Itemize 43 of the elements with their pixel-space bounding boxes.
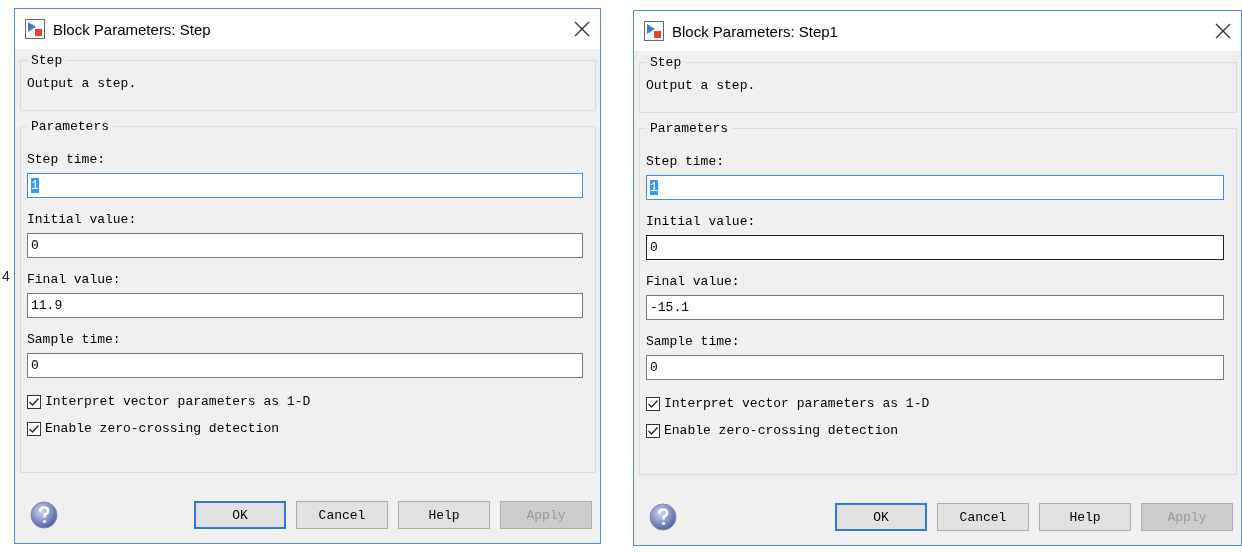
help-icon[interactable] xyxy=(649,503,677,531)
dialog-button[interactable]: OK xyxy=(835,503,927,531)
window-title: Block Parameters: Step1 xyxy=(672,22,839,40)
group-legend: Step xyxy=(646,55,686,70)
input-field[interactable]: 0 xyxy=(646,235,1224,260)
field-label: Sample time: xyxy=(646,334,741,349)
field-label: Initial value: xyxy=(27,212,138,227)
window-title: Block Parameters: Step xyxy=(53,20,212,38)
field-label: Sample time: xyxy=(27,332,122,347)
block-description: Output a step. xyxy=(27,76,138,91)
group-legend: Step xyxy=(27,53,67,68)
block-label: 4 xyxy=(2,268,10,284)
dialog-button[interactable]: Help xyxy=(1039,503,1131,531)
checkbox[interactable] xyxy=(646,396,660,411)
dialog-button[interactable]: Cancel xyxy=(937,503,1029,531)
checkbox[interactable] xyxy=(27,394,41,409)
field-label: Step time: xyxy=(646,154,726,169)
input-field[interactable]: 11.9 xyxy=(27,293,583,318)
field-label: Final value: xyxy=(646,274,741,289)
checkbox-label: Interpret vector parameters as 1-D xyxy=(45,394,311,409)
group-legend: Parameters xyxy=(646,121,733,136)
field-label: Initial value: xyxy=(646,214,757,229)
checkbox-label: Enable zero-crossing detection xyxy=(664,423,899,438)
checkbox-label: Enable zero-crossing detection xyxy=(45,421,280,436)
checkbox[interactable] xyxy=(27,421,41,436)
dialog-button[interactable]: Cancel xyxy=(296,501,388,529)
checkbox-label: Interpret vector parameters as 1-D xyxy=(664,396,930,411)
input-field[interactable]: 0 xyxy=(27,353,583,378)
group-legend: Parameters xyxy=(27,119,113,134)
input-field[interactable]: 0 xyxy=(646,355,1224,380)
help-icon[interactable] xyxy=(30,501,58,529)
block-description: Output a step. xyxy=(646,78,757,93)
close-icon[interactable] xyxy=(1215,23,1231,39)
field-label: Final value: xyxy=(27,272,122,287)
field-label: Step time: xyxy=(27,152,106,167)
dialog-button[interactable]: OK xyxy=(194,501,286,529)
input-field[interactable]: 0 xyxy=(27,233,583,258)
block-icon xyxy=(644,21,664,41)
close-icon[interactable] xyxy=(574,21,590,37)
input-field[interactable]: -15.1 xyxy=(646,295,1224,320)
dialog-button[interactable]: Help xyxy=(398,501,490,529)
checkbox[interactable] xyxy=(646,423,660,438)
block-icon xyxy=(25,19,45,39)
